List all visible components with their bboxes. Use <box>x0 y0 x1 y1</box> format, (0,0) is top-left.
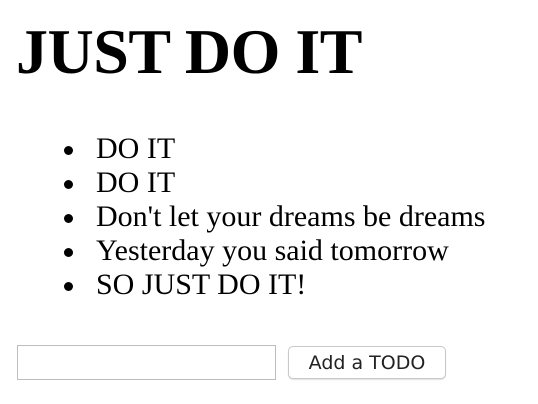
todo-item: SO JUST DO IT! <box>63 268 485 302</box>
todo-item: DO IT <box>63 166 485 200</box>
page-title: JUST DO IT <box>16 16 362 87</box>
todo-item: DO IT <box>63 132 485 166</box>
todo-list: DO IT DO IT Don't let your dreams be dre… <box>56 132 485 302</box>
todo-item: Don't let your dreams be dreams <box>63 200 486 233</box>
todo-item: Yesterday you said tomorrow <box>63 234 485 268</box>
todo-input[interactable] <box>17 345 276 380</box>
add-todo-button[interactable]: Add a TODO <box>288 346 446 379</box>
